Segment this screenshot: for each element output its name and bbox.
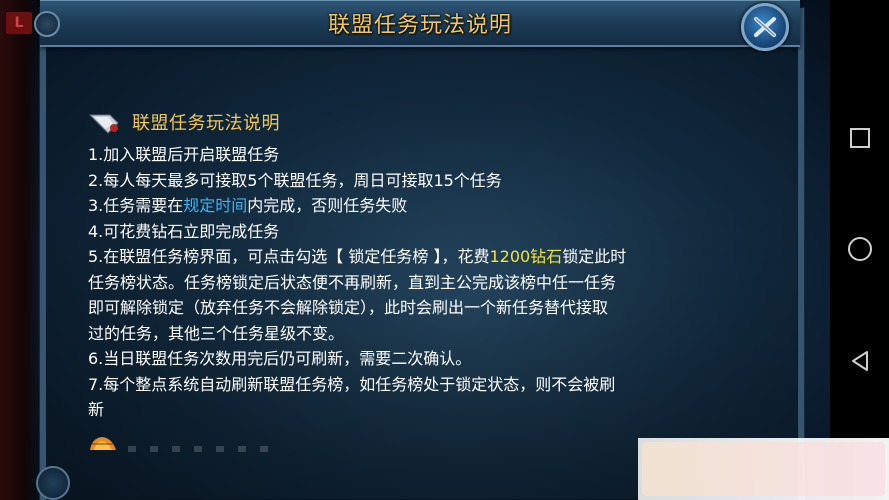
circle-icon xyxy=(848,237,872,261)
rule-line-r5d: 过的任务，其他三个任务星级不变。 xyxy=(88,321,728,347)
rule-text: 锁定此时 xyxy=(562,247,627,266)
watermark-overlay xyxy=(638,438,889,500)
rule-text: 3.任务需要在 xyxy=(88,196,184,215)
blade-icon xyxy=(88,114,119,134)
rule-text: 任务榜状态。任务榜锁定后状态便不再刷新，直到主公完成该榜中任一任务 xyxy=(88,272,617,292)
rule-text: 7.每个整点系统自动刷新联盟任务榜，如任务榜处于锁定状态，则不会被刷 xyxy=(88,374,616,394)
rule-text: 过的任务，其他三个任务星级不变。 xyxy=(88,323,345,343)
rule-line-r5c: 即可解除锁定（放弃任务不会解除锁定），此时会刷出一个新任务替代接取 xyxy=(88,295,728,321)
rule-line-r5b: 任务榜状态。任务榜锁定后状态便不再刷新，直到主公完成该榜中任一任务 xyxy=(88,270,728,296)
rule-text: 1.加入联盟后开启联盟任务 xyxy=(88,145,280,164)
rules-content: 联盟任务玩法说明 1.加入联盟后开启联盟任务 2.每人每天最多可接取5个联盟任务，… xyxy=(88,110,728,423)
rule-text: 2.每人每天最多可接取5个联盟任务，周日可接取15个任务 xyxy=(88,170,502,190)
title-bar: 联盟任务玩法说明 xyxy=(34,0,800,47)
rule-line-r7: 7.每个整点系统自动刷新联盟任务榜，如任务榜处于锁定状态，则不会被刷 xyxy=(88,372,728,398)
window-title: 联盟任务玩法说明 xyxy=(327,13,512,38)
rule-text: 新 xyxy=(88,400,105,419)
rule-text: 5.在联盟任务榜界面，可点击勾选【 锁定任务榜 】，花费 xyxy=(88,247,490,266)
flame-icon xyxy=(90,437,116,450)
rule-line-r5: 5.在联盟任务榜界面，可点击勾选【 锁定任务榜 】，花费1200钻石锁定此时 xyxy=(88,244,728,270)
game-screen: L 联盟任务玩法说明 联盟任务玩法说明 1.加入联盟后开启联盟任务 2.每人每天最… xyxy=(0,0,830,500)
rule-line-r3: 3.任务需要在规定时间内完成，否则任务失败 xyxy=(88,193,728,219)
rule-text: 6.当日联盟任务次数用完后仍可刷新，需要二次确认。 xyxy=(88,349,472,368)
section-title: 联盟任务玩法说明 xyxy=(132,113,280,135)
next-section-hint xyxy=(128,446,278,452)
home-button[interactable] xyxy=(844,233,876,265)
watermark-logo xyxy=(642,442,885,496)
rule-text: 4.可花费钻石立即完成任务 xyxy=(88,221,280,241)
background-left-strip xyxy=(0,0,40,500)
close-x-icon xyxy=(754,17,776,37)
section-header: 联盟任务玩法说明 xyxy=(88,110,728,138)
square-icon xyxy=(850,128,870,148)
recent-apps-button[interactable] xyxy=(844,122,876,154)
rule-line-r1: 1.加入联盟后开启联盟任务 xyxy=(88,142,728,168)
rule-highlight-yellow: 1200钻石 xyxy=(489,247,563,266)
android-nav-bar xyxy=(830,0,889,500)
rule-line-r4: 4.可花费钻石立即完成任务 xyxy=(88,219,728,245)
rule-line-r2: 2.每人每天最多可接取5个联盟任务，周日可接取15个任务 xyxy=(88,168,728,194)
back-button[interactable] xyxy=(844,345,876,377)
rule-line-r6: 6.当日联盟任务次数用完后仍可刷新，需要二次确认。 xyxy=(88,346,728,372)
corner-ornament-icon xyxy=(36,466,70,500)
close-button[interactable] xyxy=(741,3,789,51)
rule-text: 内完成，否则任务失败 xyxy=(247,196,408,215)
rule-text: 即可解除锁定（放弃任务不会解除锁定），此时会刷出一个新任务替代接取 xyxy=(88,298,609,317)
side-tag: L xyxy=(6,12,32,34)
rule-highlight-blue: 规定时间 xyxy=(183,196,248,215)
rule-line-r7b: 新 xyxy=(88,397,728,423)
back-triangle-icon xyxy=(852,351,868,371)
rules-list: 1.加入联盟后开启联盟任务 2.每人每天最多可接取5个联盟任务，周日可接取15个任… xyxy=(88,142,728,423)
